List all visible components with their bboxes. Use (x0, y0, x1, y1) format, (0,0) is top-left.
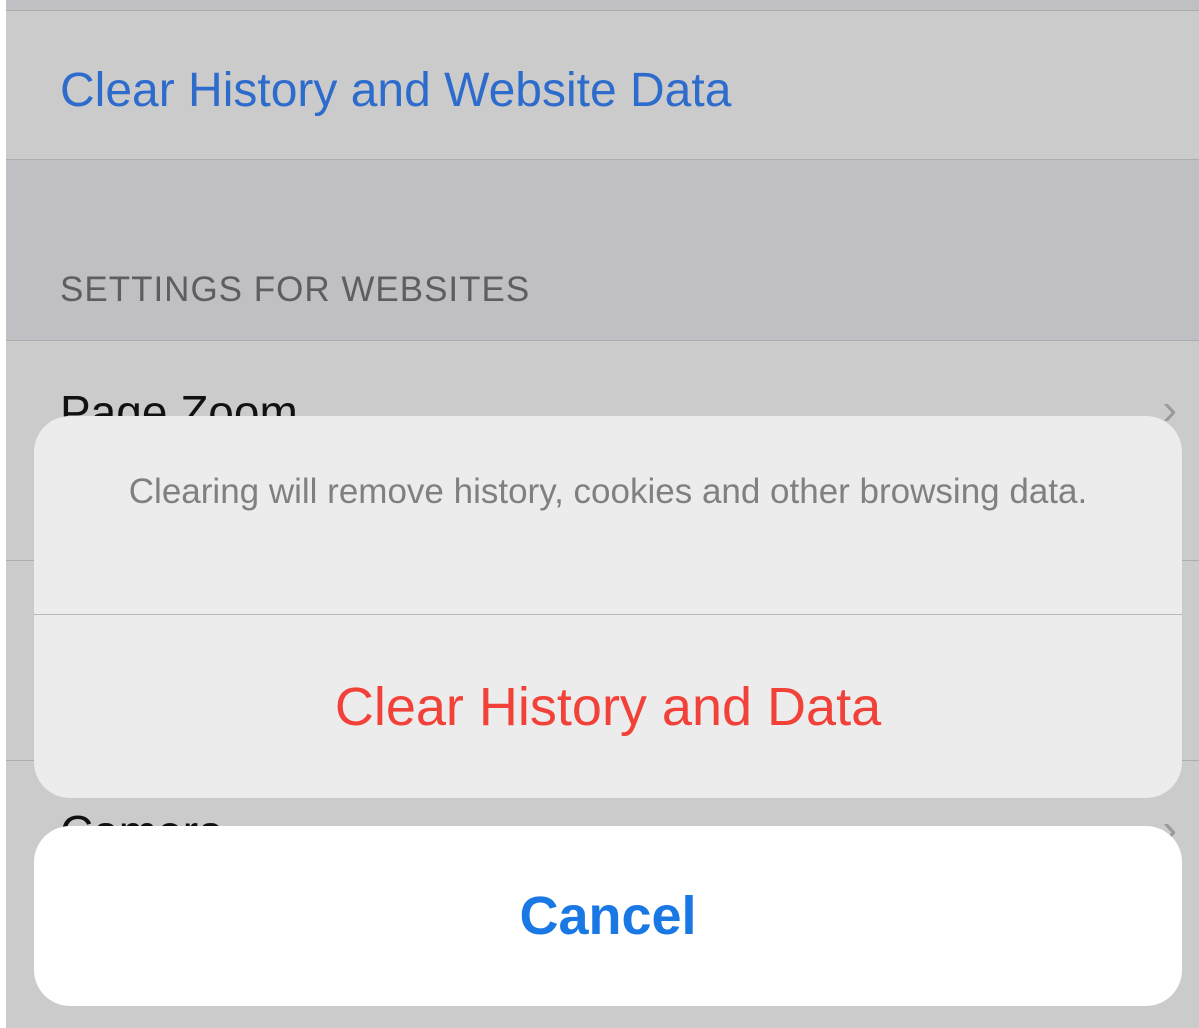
section-header-settings-for-websites: SETTINGS FOR WEBSITES (60, 270, 531, 309)
clear-history-label: Clear History and Website Data (60, 64, 732, 117)
action-sheet: Clearing will remove history, cookies an… (34, 416, 1182, 798)
clear-history-and-data-button[interactable]: Clear History and Data (34, 615, 1182, 798)
action-sheet-message: Clearing will remove history, cookies an… (128, 472, 1088, 511)
cancel-button[interactable]: Cancel (34, 826, 1182, 1006)
clear-history-row[interactable]: Clear History and Website Data (6, 10, 1199, 160)
